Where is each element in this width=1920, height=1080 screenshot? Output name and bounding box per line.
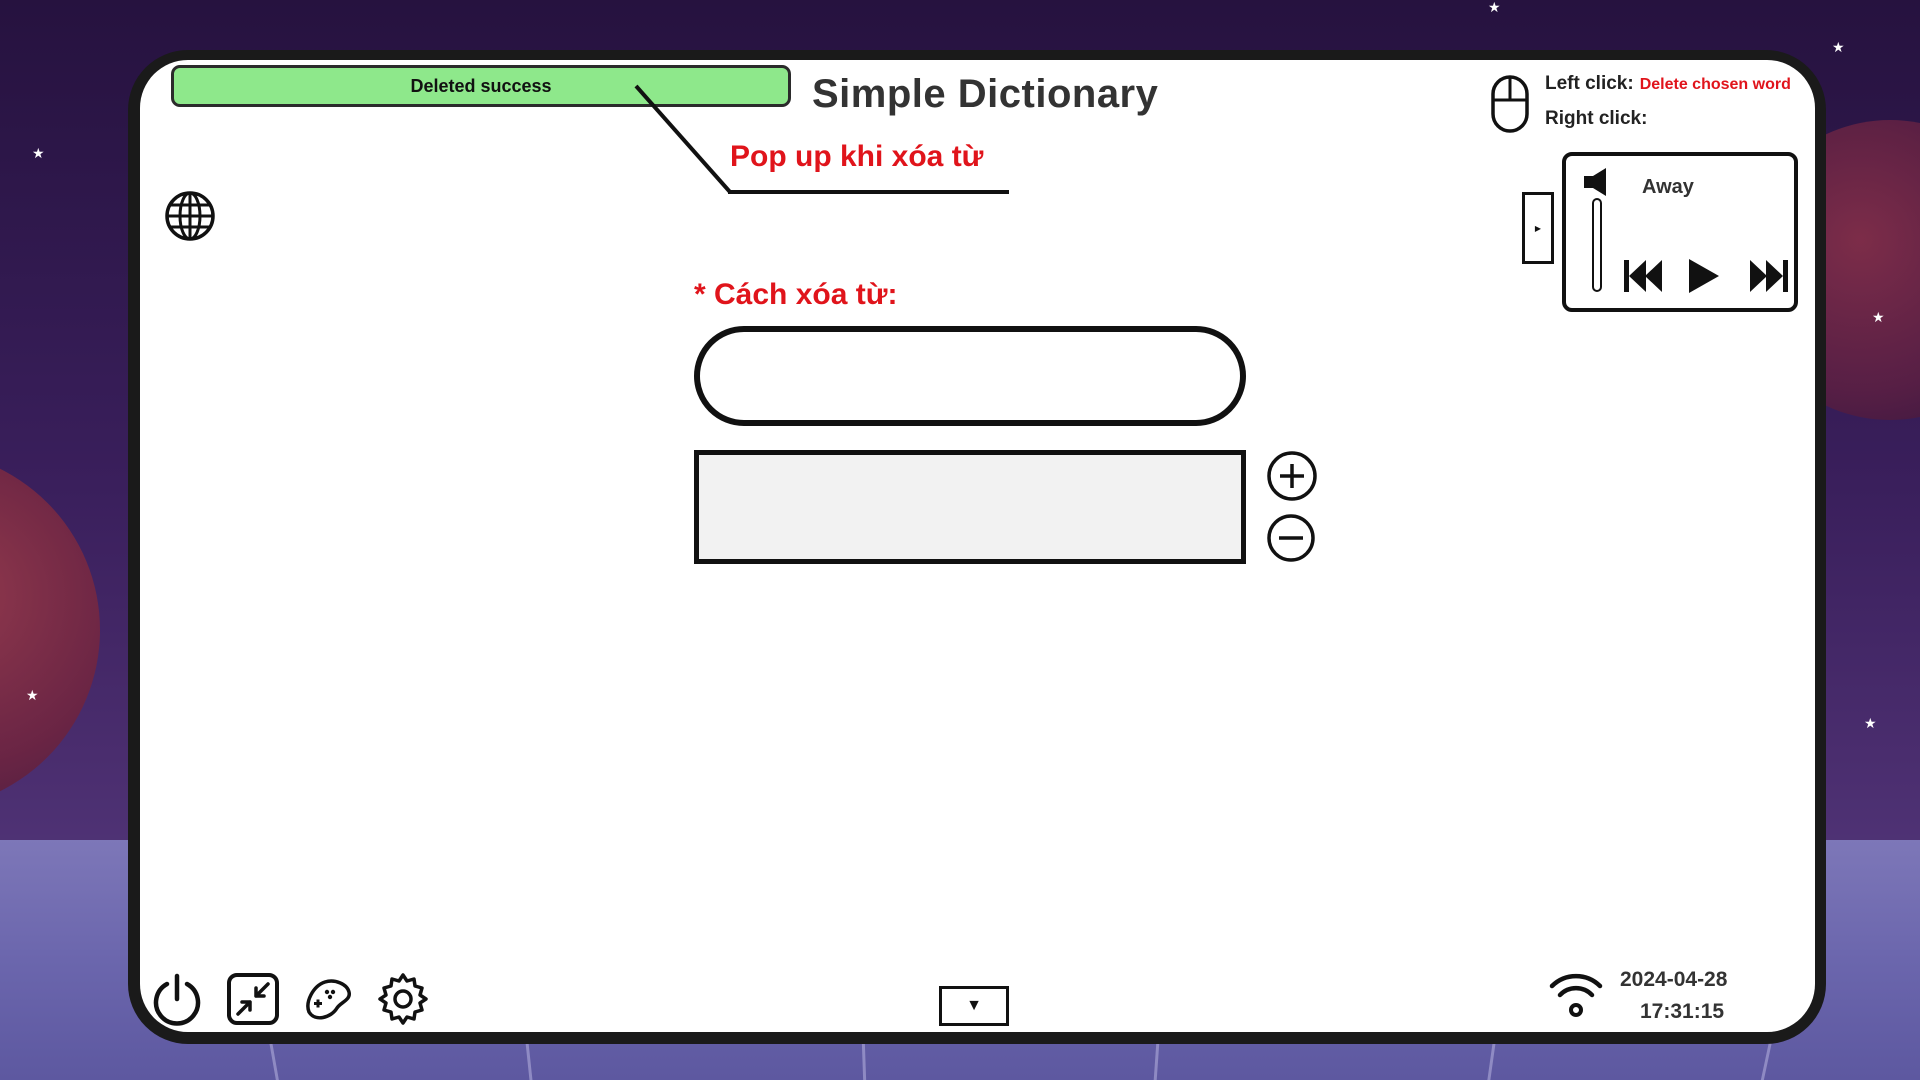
music-player: Away [1562, 152, 1798, 312]
word-list-box[interactable] [694, 450, 1246, 564]
settings-gear-button[interactable] [376, 972, 430, 1026]
add-word-button[interactable] [1266, 450, 1318, 502]
volume-slider[interactable] [1592, 198, 1602, 292]
previous-track-icon[interactable] [1622, 256, 1664, 296]
right-click-label: Right click: [1545, 108, 1648, 129]
status-time: 17:31:15 [1640, 1000, 1725, 1023]
resize-window-button[interactable] [226, 972, 280, 1026]
mouse-icon [1491, 75, 1529, 133]
app-screen: Deleted success Simple Dictionary Pop up… [140, 60, 1815, 1032]
music-panel-toggle-button[interactable]: ▶ [1522, 192, 1554, 264]
star: ★ [1832, 39, 1845, 55]
star: ★ [1488, 0, 1501, 15]
right-click-hint: Right click: [1545, 108, 1653, 130]
status-date: 2024-04-28 [1620, 968, 1728, 991]
gamepad-button[interactable] [301, 972, 355, 1026]
expand-dropdown-button[interactable]: ▼ [939, 986, 1009, 1026]
caret-right-icon: ▶ [1534, 223, 1542, 233]
annotation-pointer [634, 84, 1009, 194]
chevron-down-icon: ▼ [966, 997, 982, 1014]
power-button[interactable] [150, 972, 204, 1026]
wifi-icon [1549, 973, 1603, 1017]
section-label: * Cách xóa từ: [694, 278, 898, 311]
star: ★ [1872, 309, 1885, 325]
star: ★ [1864, 715, 1877, 731]
left-click-label: Left click: [1545, 73, 1634, 94]
language-globe-icon[interactable] [164, 190, 216, 242]
left-click-action: Delete chosen word [1639, 76, 1791, 93]
song-title: Away [1642, 176, 1694, 198]
planet-left [0, 450, 100, 810]
left-click-hint: Left click: Delete chosen word [1545, 73, 1791, 95]
star: ★ [32, 145, 45, 161]
play-icon[interactable] [1686, 256, 1722, 296]
remove-word-button[interactable] [1266, 513, 1316, 563]
star: ★ [26, 687, 39, 703]
word-search-input[interactable] [694, 326, 1246, 426]
annotation-label: Pop up khi xóa từ [730, 140, 984, 173]
volume-icon[interactable] [1582, 166, 1614, 198]
next-track-icon[interactable] [1748, 256, 1790, 296]
